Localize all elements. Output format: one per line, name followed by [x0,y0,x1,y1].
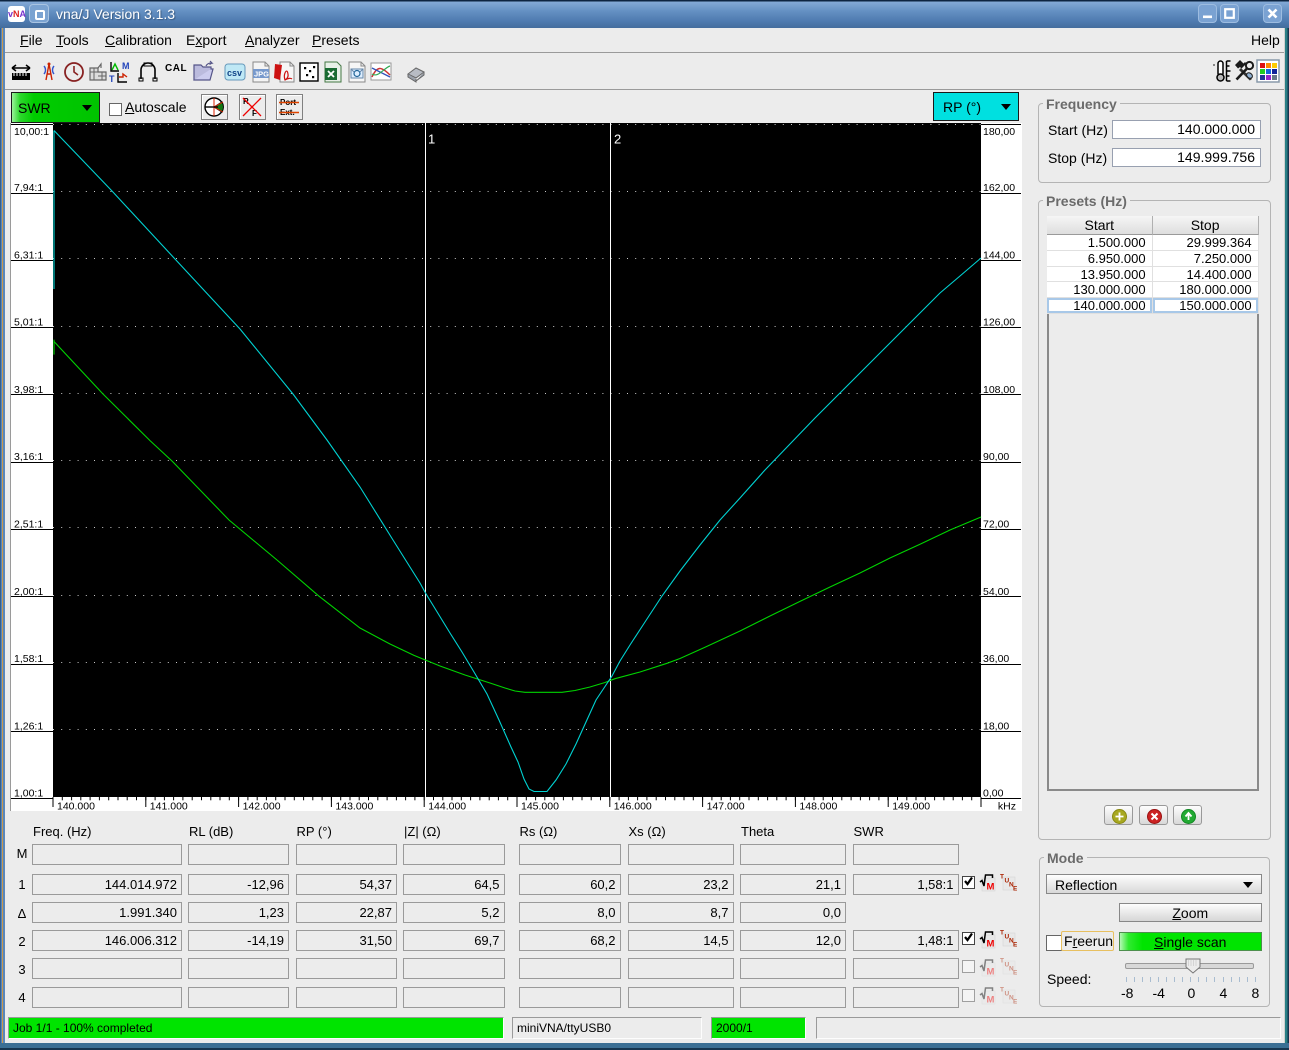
svg-text:T: T [1000,987,1004,994]
svg-text:144,00: 144,00 [983,249,1015,261]
svg-text:T: T [1000,958,1004,965]
svg-text:1,00:1: 1,00:1 [14,788,43,800]
svg-text:E: E [1013,970,1017,976]
svg-text:18,00: 18,00 [983,720,1009,732]
svg-text:72,00: 72,00 [983,519,1009,531]
svg-text:180,00: 180,00 [983,126,1015,138]
svg-text:2,00:1: 2,00:1 [14,586,43,598]
svg-text:3,98:1: 3,98:1 [14,384,43,396]
svg-text:2: 2 [614,132,621,147]
svg-text:M: M [122,61,130,71]
svg-text:E: E [1013,942,1017,948]
svg-text:1,58:1: 1,58:1 [14,653,43,665]
svg-text:143.000: 143.000 [335,800,373,811]
svg-text:M: M [987,939,995,950]
svg-text:149.000: 149.000 [892,800,930,811]
svg-text:M: M [987,995,995,1006]
svg-text:E: E [1013,886,1017,892]
svg-text:148.000: 148.000 [799,800,837,811]
svg-text:kHz: kHz [998,800,1016,811]
svg-text:5,01:1: 5,01:1 [14,317,43,329]
svg-text:1,26:1: 1,26:1 [14,720,43,732]
svg-text:0,00: 0,00 [983,788,1004,800]
svg-text:E: E [1013,999,1017,1005]
svg-text:142.000: 142.000 [243,800,281,811]
svg-text:54,00: 54,00 [983,586,1009,598]
svg-text:162,00: 162,00 [983,182,1015,194]
svg-text:T: T [1000,874,1004,881]
svg-text:1: 1 [428,132,435,147]
svg-text:140.000: 140.000 [57,800,95,811]
svg-text:145.000: 145.000 [521,800,559,811]
svg-text:M: M [987,967,995,978]
svg-text:6,31:1: 6,31:1 [14,249,43,261]
svg-text:147.000: 147.000 [707,800,745,811]
svg-text:36,00: 36,00 [983,653,1009,665]
svg-text:JPG: JPG [254,70,269,79]
svg-text:3,16:1: 3,16:1 [14,451,43,463]
svg-text:2,51:1: 2,51:1 [14,519,43,531]
svg-text:90,00: 90,00 [983,451,1009,463]
svg-text:141.000: 141.000 [150,800,188,811]
svg-text:146.000: 146.000 [614,800,652,811]
svg-text:T: T [1000,930,1004,937]
svg-text:108,00: 108,00 [983,384,1015,396]
svg-text:7,94:1: 7,94:1 [14,182,43,194]
svg-text:126,00: 126,00 [983,317,1015,329]
svg-text:144.000: 144.000 [428,800,466,811]
svg-text:T: T [109,74,115,84]
svg-text:10,00:1: 10,00:1 [14,126,49,138]
svg-text:csv: csv [227,68,242,78]
svg-text:M: M [987,882,995,893]
